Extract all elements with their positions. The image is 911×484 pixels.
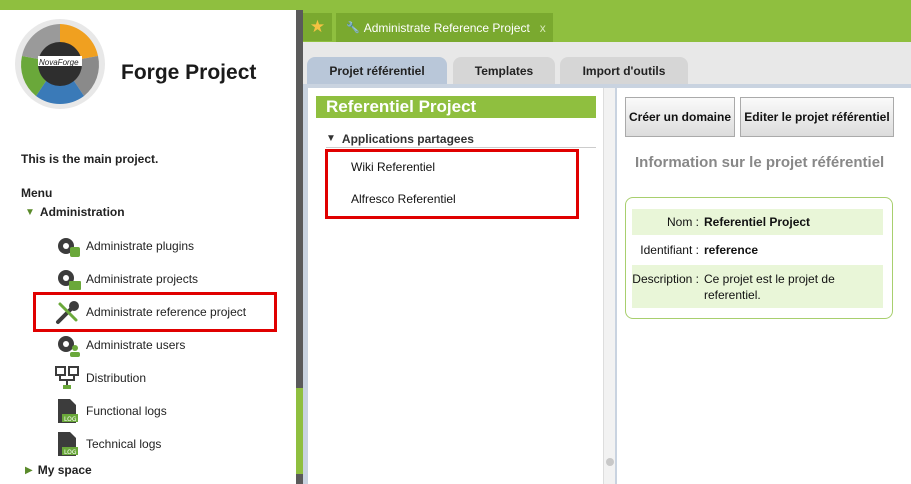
sidebar-item-label: Administrate users <box>86 338 186 352</box>
create-domain-button[interactable]: Créer un domaine <box>625 97 735 137</box>
gear-folder-icon <box>54 265 82 293</box>
tree-node-my-space[interactable]: ▶ My space <box>25 463 92 477</box>
tree-node-label: Administration <box>39 205 125 219</box>
sidebar-item-label: Distribution <box>86 371 147 385</box>
info-row-identifier: Identifiant : reference <box>632 237 883 263</box>
subtab-import-outils[interactable]: Import d'outils <box>560 57 688 85</box>
applications-header-label: Applications partagees <box>341 131 474 146</box>
tree-node-administration[interactable]: ▼ Administration <box>25 205 125 219</box>
vertical-scrollbar[interactable] <box>603 88 615 484</box>
sidebar-item-label: Technical logs <box>86 437 162 451</box>
sidebar-item-technical-logs[interactable]: LOG Technical logs <box>54 430 161 458</box>
sidebar-item-administrate-users[interactable]: Administrate users <box>54 331 185 359</box>
wrench-icon: 🔧 <box>346 22 360 34</box>
info-value: Referentiel Project <box>704 215 811 229</box>
svg-text:LOG: LOG <box>64 416 77 423</box>
info-row-description: Description : Ce projet est le projet de… <box>632 265 883 308</box>
menu-label: Menu <box>21 186 53 200</box>
subtab-templates[interactable]: Templates <box>453 57 555 85</box>
info-row-name: Nom : Referentiel Project <box>632 209 883 235</box>
highlight-box-sidebar <box>33 292 277 332</box>
expanded-triangle-icon: ▼ <box>326 133 336 144</box>
info-value: reference <box>704 243 759 257</box>
sidebar-item-label: Administrate projects <box>86 272 199 286</box>
highlight-box-applications <box>325 149 579 219</box>
panel-splitter[interactable] <box>296 10 303 484</box>
info-key: Identifiant : <box>640 243 699 257</box>
applications-header[interactable]: ▼ Applications partagees <box>326 130 596 148</box>
info-title: Information sur le projet référentiel <box>635 154 885 171</box>
sidebar-item-label: Functional logs <box>86 404 167 418</box>
network-icon <box>54 364 82 392</box>
info-value: Ce projet est le projet de referentiel. <box>704 272 835 302</box>
subtab-projet-referentiel[interactable]: Projet référentiel <box>307 57 447 85</box>
info-key: Description : <box>632 272 699 286</box>
edit-reference-project-button[interactable]: Editer le projet référentiel <box>740 97 894 137</box>
project-description: This is the main project. <box>21 152 159 166</box>
scroll-handle[interactable] <box>606 458 614 466</box>
tab-administrate-reference-project[interactable]: 🔧 Administrate Reference Project x <box>336 13 553 42</box>
project-title: Forge Project <box>121 61 257 84</box>
log-file-icon: LOG <box>54 430 82 458</box>
tree-node-label: My space <box>37 463 92 477</box>
svg-text:LOG: LOG <box>64 449 77 456</box>
favorite-star-icon[interactable]: ★ <box>303 13 332 41</box>
expanded-triangle-icon: ▼ <box>25 206 35 218</box>
sidebar-item-distribution[interactable]: Distribution <box>54 364 146 392</box>
collapsed-triangle-icon: ▶ <box>25 464 33 476</box>
tab-label: Administrate Reference Project <box>363 20 530 35</box>
gear-user-icon <box>54 331 82 359</box>
sidebar-item-administrate-plugins[interactable]: Administrate plugins <box>54 232 194 260</box>
close-tab-icon[interactable]: x <box>540 21 546 35</box>
referentiel-project-title: Referentiel Project <box>316 96 596 118</box>
log-file-icon: LOG <box>54 397 82 425</box>
sidebar-item-functional-logs[interactable]: LOG Functional logs <box>54 397 167 425</box>
info-key: Nom : <box>666 215 699 229</box>
top-accent-bar <box>0 0 911 10</box>
logo-brand-text: NovaForge <box>39 58 79 67</box>
gear-puzzle-icon <box>54 232 82 260</box>
sidebar-item-label: Administrate plugins <box>86 239 195 253</box>
splitter-grip[interactable] <box>296 388 303 474</box>
sidebar-item-administrate-projects[interactable]: Administrate projects <box>54 265 198 293</box>
